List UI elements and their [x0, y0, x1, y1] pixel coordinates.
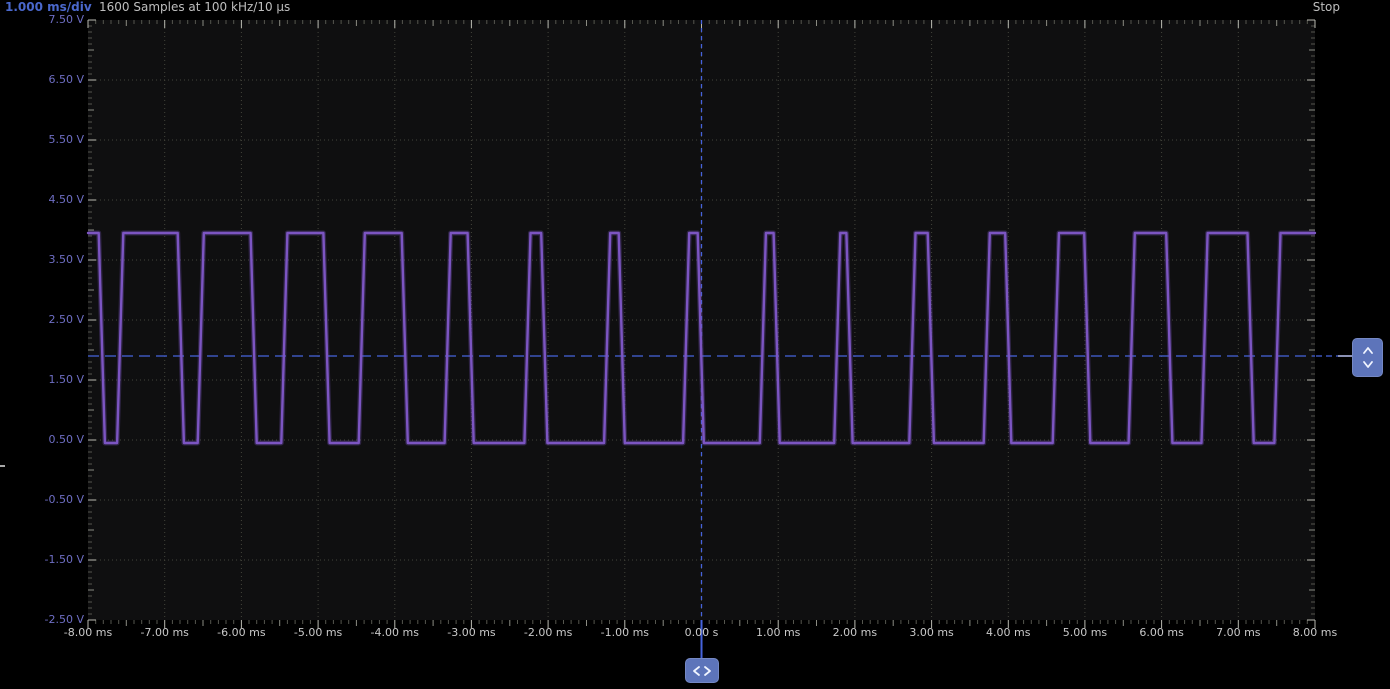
x-axis-label: -1.00 ms [601, 626, 649, 639]
chevron-up-icon [1364, 348, 1372, 353]
x-axis-label: 0.00 s [685, 626, 719, 639]
y-axis-label: 7.50 V [0, 13, 84, 26]
x-axis-label: 3.00 ms [909, 626, 953, 639]
ground-level-marker [0, 465, 5, 467]
horizontal-position-control[interactable] [685, 658, 719, 683]
y-axis-label: -0.50 V [0, 493, 84, 506]
y-axis-label: 0.50 V [0, 433, 84, 446]
horizontal-chevrons [691, 665, 713, 677]
y-axis-label: 1.50 V [0, 373, 84, 386]
y-axis-label: 2.50 V [0, 313, 84, 326]
y-axis-label: 3.50 V [0, 253, 84, 266]
x-axis-label: -2.00 ms [524, 626, 572, 639]
y-axis-label: -2.50 V [0, 613, 84, 626]
x-axis-label: -4.00 ms [371, 626, 419, 639]
x-axis-label: 7.00 ms [1216, 626, 1260, 639]
y-axis-label: -1.50 V [0, 553, 84, 566]
x-axis-label: -3.00 ms [447, 626, 495, 639]
trigger-level-control[interactable] [1352, 338, 1383, 377]
x-axis-label: -8.00 ms [64, 626, 112, 639]
x-axis-label: 2.00 ms [833, 626, 877, 639]
y-axis-label: 6.50 V [0, 73, 84, 86]
y-axis-label: 5.50 V [0, 133, 84, 146]
x-axis-label: 4.00 ms [986, 626, 1030, 639]
y-axis-label: 4.50 V [0, 193, 84, 206]
x-axis-label: -6.00 ms [217, 626, 265, 639]
waveform-svg [0, 0, 1390, 689]
chevron-left-icon [694, 667, 699, 675]
x-axis-label: 5.00 ms [1063, 626, 1107, 639]
chevron-right-icon [705, 667, 710, 675]
x-axis-label: -5.00 ms [294, 626, 342, 639]
x-axis-label: 8.00 ms [1293, 626, 1337, 639]
chevron-down-icon [1364, 362, 1372, 367]
oscilloscope-screen: 1.000 ms/div 1600 Samples at 100 kHz/10 … [0, 0, 1390, 689]
x-axis-label: 6.00 ms [1139, 626, 1183, 639]
x-axis-label: 1.00 ms [756, 626, 800, 639]
x-axis-label: -7.00 ms [140, 626, 188, 639]
waveform-plot[interactable] [0, 0, 1390, 689]
vertical-chevrons [1361, 344, 1375, 371]
